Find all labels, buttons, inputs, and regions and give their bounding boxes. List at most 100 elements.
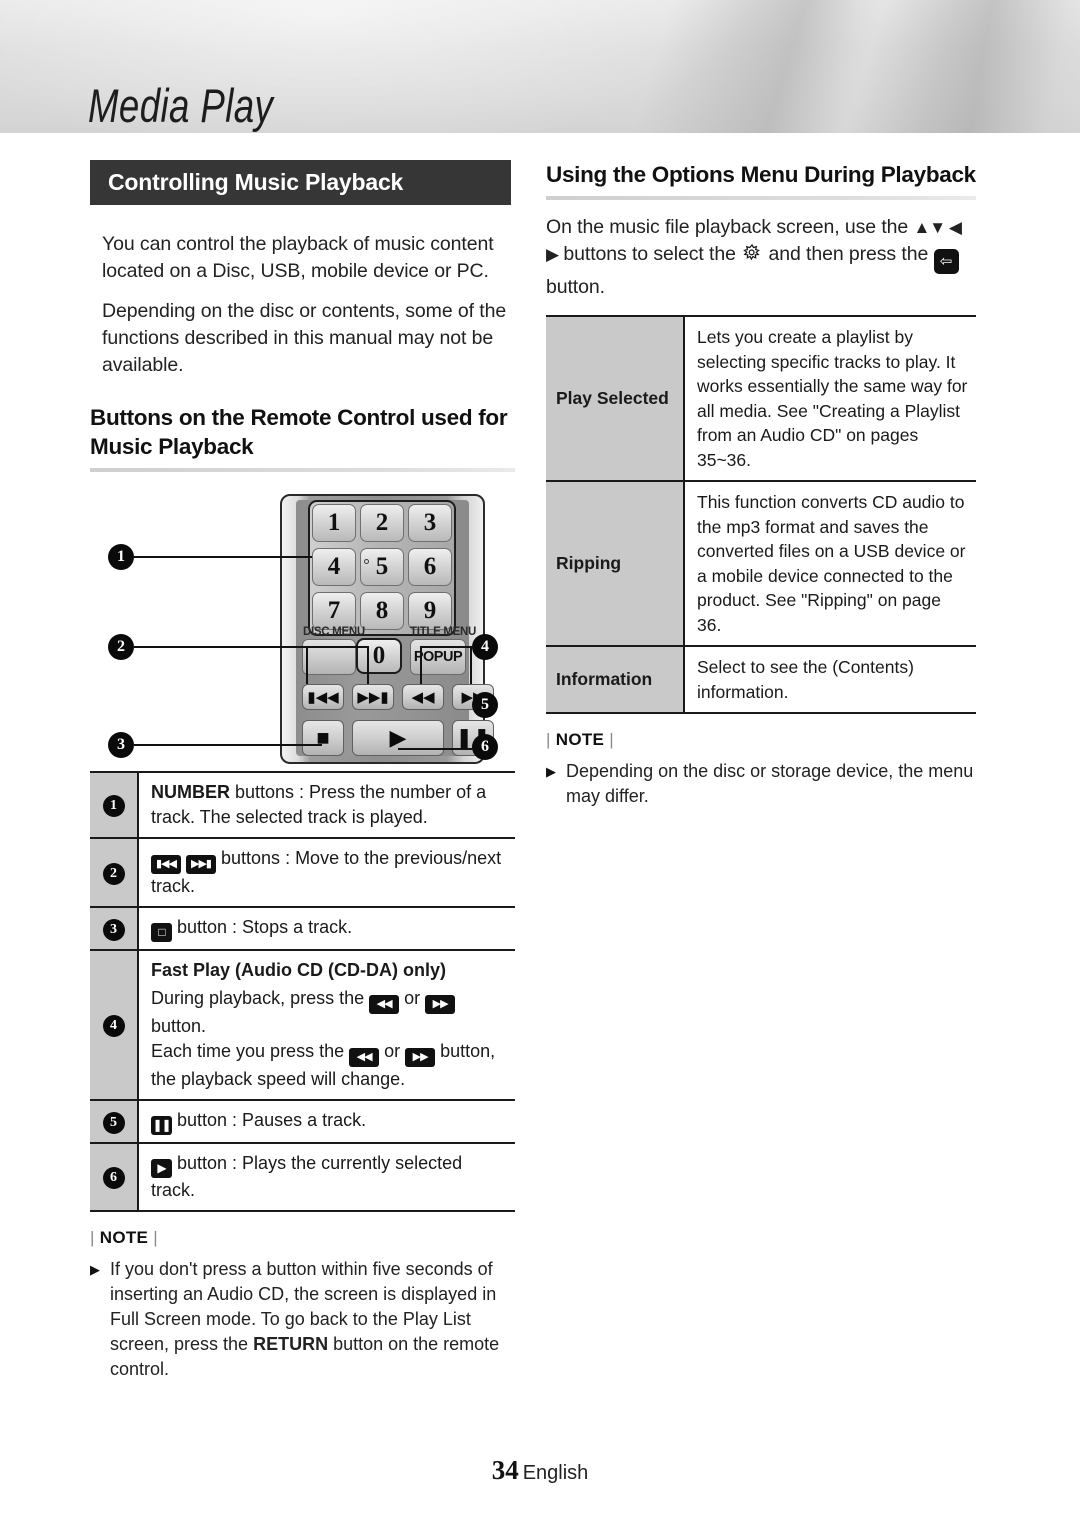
left-note-text: If you don't press a button within five … bbox=[110, 1257, 515, 1382]
row-number-badge: 6 bbox=[102, 1167, 125, 1189]
callout-6: 6 bbox=[472, 734, 498, 760]
fast-play-title: Fast Play (Audio CD (CD-DA) only) bbox=[151, 960, 446, 980]
right-intro-a: On the music file playback screen, use t… bbox=[546, 216, 914, 238]
remote-key-4: 4 bbox=[312, 548, 356, 586]
note-bar-left: | bbox=[90, 1228, 95, 1247]
right-note-text: Depending on the disc or storage device,… bbox=[566, 761, 974, 806]
table-row: Information Select to see the (Contents)… bbox=[546, 646, 976, 713]
previous-track-icon: ▮◀◀ bbox=[307, 689, 339, 706]
row-number-cell: 1 bbox=[90, 772, 139, 838]
stop-icon: □ bbox=[151, 923, 172, 942]
remote-previous-button: ▮◀◀ bbox=[302, 684, 344, 710]
left-column: Controlling Music Playback You can contr… bbox=[90, 160, 515, 1382]
note-bar-left: | bbox=[546, 730, 551, 749]
options-menu-table: Play Selected Lets you create a playlist… bbox=[546, 315, 976, 714]
remote-key-6: 6 bbox=[408, 548, 452, 586]
row-number-cell: 2 bbox=[90, 838, 139, 907]
note-bullet-arrow-icon: ▶ bbox=[546, 764, 556, 779]
callout-4: 4 bbox=[472, 634, 498, 660]
fast-play-line-1: During playback, press the ◀◀ or ▶▶ butt… bbox=[151, 986, 511, 1039]
right-column: Using the Options Menu During Playback O… bbox=[546, 160, 976, 809]
row-description-cell: ▮◀◀ ▶▶▮ buttons : Move to the previous/n… bbox=[138, 838, 515, 907]
number-buttons-bold: NUMBER bbox=[151, 782, 230, 802]
rewind-icon: ◀◀ bbox=[411, 689, 435, 706]
row-description-cell: □ button : Stops a track. bbox=[138, 907, 515, 950]
row-number-cell: 5 bbox=[90, 1100, 139, 1143]
page-number: 34 bbox=[491, 1455, 519, 1485]
remote-buttons-table: 1 NUMBER buttons : Press the number of a… bbox=[90, 771, 515, 1212]
table-row: 1 NUMBER buttons : Press the number of a… bbox=[90, 772, 515, 838]
fast-play-line1-c: button. bbox=[151, 1016, 207, 1036]
option-name-ripping: Ripping bbox=[546, 481, 685, 646]
row-number-badge: 1 bbox=[102, 795, 125, 817]
callout-4-leader-v2 bbox=[470, 646, 472, 684]
remote-label-disc-menu: DISC MENU bbox=[303, 626, 365, 638]
callout-6-leader bbox=[398, 748, 474, 750]
remote-key-1: 1 bbox=[312, 504, 356, 542]
remote-next-button: ▶▶▮ bbox=[352, 684, 394, 710]
option-desc-play-selected: Lets you create a playlist by selecting … bbox=[697, 327, 968, 470]
remote-play-button: ▶ bbox=[352, 720, 444, 756]
option-name-play-selected: Play Selected bbox=[546, 316, 685, 481]
remote-key-5: 5 bbox=[360, 548, 404, 586]
remote-key-8: 8 bbox=[360, 592, 404, 630]
stop-icon: ■ bbox=[316, 725, 330, 750]
callout-1: 1 bbox=[108, 544, 134, 570]
table-row: 4 Fast Play (Audio CD (CD-DA) only) Duri… bbox=[90, 950, 515, 1100]
callout-2-leader-v2 bbox=[367, 646, 369, 684]
table-row: 3 □ button : Stops a track. bbox=[90, 907, 515, 950]
next-track-icon: ▶▶▮ bbox=[357, 689, 389, 706]
right-note-item: ▶ Depending on the disc or storage devic… bbox=[546, 759, 976, 809]
left-note-item: ▶ If you don't press a button within fiv… bbox=[90, 1257, 515, 1382]
left-note-return-bold: RETURN bbox=[253, 1334, 329, 1354]
row-3-text: button : Stops a track. bbox=[172, 917, 353, 937]
remote-rewind-button: ◀◀ bbox=[402, 684, 444, 710]
remote-key-9: 9 bbox=[408, 592, 452, 630]
fast-forward-icon: ▶▶ bbox=[425, 995, 456, 1014]
callout-2-leader bbox=[134, 646, 306, 648]
remote-key-2: 2 bbox=[360, 504, 404, 542]
page-footer: 34 English bbox=[0, 1455, 1080, 1486]
pause-icon: ❚❚ bbox=[151, 1116, 172, 1135]
row-number-cell: 4 bbox=[90, 950, 139, 1100]
right-intro-c: and then press the bbox=[763, 243, 934, 265]
rewind-icon: ◀◀ bbox=[349, 1048, 380, 1067]
right-intro-b: buttons to select the bbox=[558, 243, 742, 265]
right-intro-paragraph: On the music file playback screen, use t… bbox=[546, 214, 976, 301]
remote-popup-button: POPUP bbox=[410, 639, 466, 675]
fast-play-line1-a: During playback, press the bbox=[151, 988, 370, 1008]
fast-play-line2-b: or bbox=[379, 1041, 406, 1061]
callout-1-leader bbox=[134, 556, 312, 558]
callout-2-leader-v1 bbox=[306, 646, 308, 684]
row-number-badge: 5 bbox=[102, 1111, 125, 1134]
left-note-label: | NOTE | bbox=[90, 1228, 515, 1248]
row-description-cell: ▶ button : Plays the currently selected … bbox=[138, 1143, 515, 1211]
remote-key-0: 0 bbox=[356, 638, 402, 674]
row-description-cell: ❚❚ button : Pauses a track. bbox=[138, 1100, 515, 1143]
row-description-cell: NUMBER buttons : Press the number of a t… bbox=[138, 772, 515, 838]
subhead-rule-right bbox=[546, 196, 976, 200]
fast-forward-icon: ▶▶ bbox=[405, 1048, 436, 1067]
previous-track-icon: ▮◀◀ bbox=[151, 855, 181, 874]
row-number-badge: 3 bbox=[102, 918, 125, 941]
section-title-bar: Controlling Music Playback bbox=[90, 160, 511, 205]
remote-key-7: 7 bbox=[312, 592, 356, 630]
callout-2: 2 bbox=[108, 634, 134, 660]
callout-3-leader bbox=[134, 744, 322, 746]
row-5-text: button : Pauses a track. bbox=[172, 1110, 367, 1130]
row-number-badge: 2 bbox=[102, 862, 125, 885]
enter-button-icon: ⇦ bbox=[933, 249, 959, 274]
intro-paragraph-2: Depending on the disc or contents, some … bbox=[102, 300, 507, 376]
table-row: 6 ▶ button : Plays the currently selecte… bbox=[90, 1143, 515, 1211]
play-icon: ▶ bbox=[151, 1159, 172, 1178]
page-language: English bbox=[522, 1462, 589, 1484]
note-label-text: NOTE bbox=[555, 730, 605, 749]
rewind-icon: ◀◀ bbox=[369, 995, 400, 1014]
table-row: Play Selected Lets you create a playlist… bbox=[546, 316, 976, 481]
row-number-cell: 3 bbox=[90, 907, 139, 950]
option-name-information: Information bbox=[546, 646, 685, 713]
note-bar-right: | bbox=[609, 730, 614, 749]
callout-5: 5 bbox=[472, 692, 498, 718]
callout-4-leader bbox=[420, 646, 474, 648]
next-track-icon: ▶▶▮ bbox=[186, 855, 217, 874]
